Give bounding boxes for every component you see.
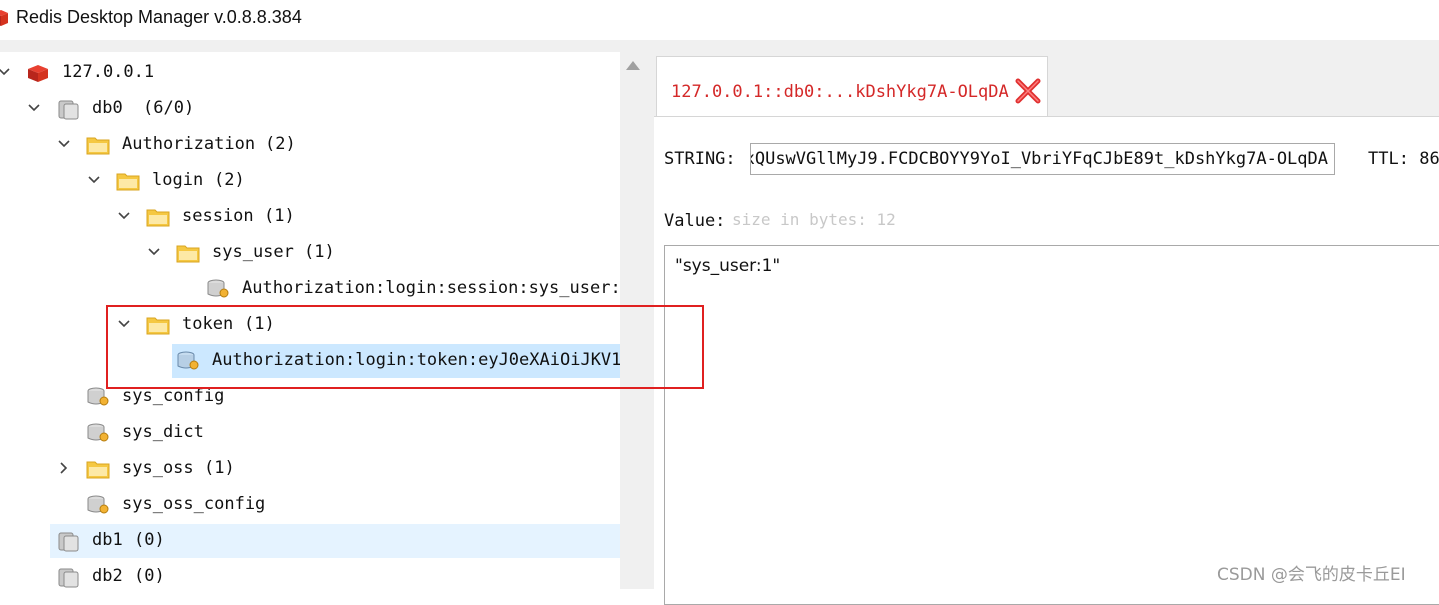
chevron-down-icon[interactable] [86,172,102,188]
redis-server-icon [28,65,48,82]
db0-label: db0 [92,98,123,118]
close-icon[interactable] [1013,76,1043,106]
tree-item-server[interactable]: 127.0.0.1 [0,56,620,90]
chevron-down-icon[interactable] [146,244,162,260]
login-count: (2) [214,170,245,190]
server-label: 127.0.0.1 [62,62,155,82]
database-icon [58,532,79,552]
tree-item-sys-dict[interactable]: sys_dict [0,416,620,450]
folder-icon [116,173,140,191]
sys-dict-label: sys_dict [122,422,204,442]
key-type-label: STRING: [664,149,736,169]
tree-item-db1[interactable]: db1 (0) [50,524,620,558]
window-title: Redis Desktop Manager v.0.8.8.384 [16,7,302,27]
key-view-panel: 127.0.0.1::db0:...kDshYkg7A-OLqDA STRING… [654,52,1439,605]
tree-item-login[interactable]: login (2) [0,164,620,198]
redis-logo-icon [0,10,8,26]
key-editor: STRING: xQUswVGllMyJ9.FCDCBOYY9YoI_VbriY… [654,116,1439,605]
toolbar-gap [0,40,1439,52]
ttl-display: TTL: 86 [1368,149,1439,169]
key-icon [207,279,229,298]
database-icon [58,100,79,120]
tab-label: 127.0.0.1::db0:...kDshYkg7A-OLqDA [671,82,1009,102]
db1-label: db1 [92,530,123,550]
chevron-down-icon[interactable] [56,136,72,152]
database-icon [58,568,79,588]
tree-item-sys-user[interactable]: sys_user (1) [0,236,620,270]
chevron-down-icon[interactable] [26,100,42,116]
value-text: "sys_user:1" [675,256,781,276]
key-icon [87,387,109,406]
session-label: session [182,206,254,226]
ttl-value: 86 [1419,149,1439,169]
folder-icon [86,461,110,479]
session-count: (1) [264,206,295,226]
db0-count: (6/0) [143,98,195,118]
sys-user-count: (1) [304,242,335,262]
tree-item-sys-oss[interactable]: sys_oss (1) [0,452,620,486]
value-label: Value: [664,211,726,231]
tree-item-db0[interactable]: db0 (6/0) [0,92,620,126]
value-editor[interactable]: "sys_user:1" [664,245,1439,605]
annotation-highlight-box [106,305,704,389]
sys-oss-config-label: sys_oss_config [122,494,266,514]
folder-icon [86,137,110,155]
key-icon [87,423,109,442]
db2-label: db2 [92,566,123,586]
chevron-down-icon[interactable] [0,64,12,80]
tree-item-db2[interactable]: db2 (0) [0,560,620,589]
tree-item-session[interactable]: session (1) [0,200,620,234]
sys-oss-count: (1) [204,458,235,478]
key-name-field[interactable]: xQUswVGllMyJ9.FCDCBOYY9YoI_VbriYFqCJbE89… [750,143,1335,175]
key-name-value: xQUswVGllMyJ9.FCDCBOYY9YoI_VbriYFqCJbE89… [750,149,1328,169]
db2-count: (0) [134,566,165,586]
scroll-up-arrow-icon[interactable] [626,61,640,70]
tree-item-session-key[interactable]: Authorization:login:session:sys_user:1 [0,272,620,306]
watermark: CSDN @会飞的皮卡丘EI [1217,565,1406,585]
chevron-right-icon[interactable] [56,460,72,476]
sys-user-label: sys_user [212,242,294,262]
sys-oss-label: sys_oss [122,458,194,478]
folder-icon [146,209,170,227]
authorization-label: Authorization [122,134,256,154]
ttl-label: TTL: [1368,149,1409,169]
value-size-label: size in bytes: 12 [732,210,896,229]
authorization-count: (2) [265,134,296,154]
db1-count: (0) [134,530,165,550]
title-bar: Redis Desktop Manager v.0.8.8.384 [0,0,1439,40]
sys-config-label: sys_config [122,386,225,406]
folder-icon [176,245,200,263]
tab-key[interactable]: 127.0.0.1::db0:...kDshYkg7A-OLqDA [656,56,1048,117]
chevron-down-icon[interactable] [116,208,132,224]
key-icon [87,495,109,514]
session-key-label: Authorization:login:session:sys_user:1 [242,278,620,298]
tree-item-authorization[interactable]: Authorization (2) [0,128,620,162]
tree-item-sys-oss-config[interactable]: sys_oss_config [0,488,620,522]
login-label: login [152,170,204,190]
